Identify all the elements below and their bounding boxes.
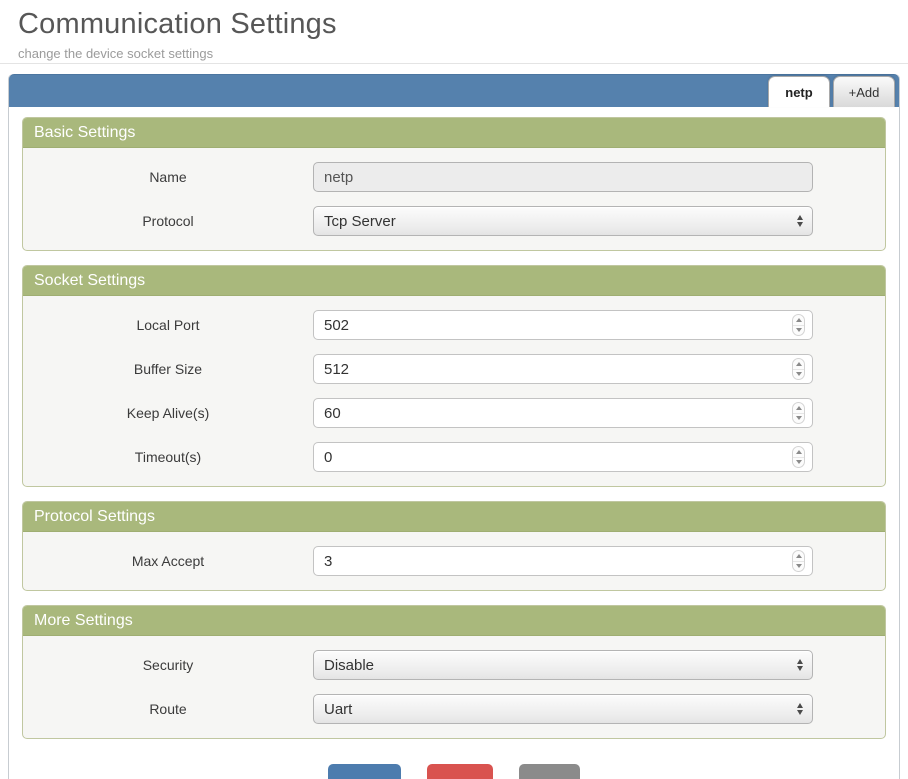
secondary-action-button[interactable] bbox=[519, 764, 580, 779]
security-select[interactable]: Disable bbox=[313, 650, 813, 680]
form-row-keep-alive: Keep Alive(s) bbox=[23, 391, 885, 435]
section-more-settings-title: More Settings bbox=[23, 606, 885, 636]
number-spinner[interactable] bbox=[792, 314, 805, 336]
form-row-max-accept: Max Accept bbox=[23, 539, 885, 583]
security-select-value: Disable bbox=[324, 657, 374, 674]
page-subtitle: change the device socket settings bbox=[18, 46, 890, 61]
select-arrows-icon bbox=[797, 215, 803, 227]
danger-action-button[interactable] bbox=[427, 764, 493, 779]
timeout-label: Timeout(s) bbox=[23, 449, 313, 465]
name-input[interactable] bbox=[313, 162, 813, 192]
form-row-security: Security Disable bbox=[23, 643, 885, 687]
form-row-local-port: Local Port bbox=[23, 303, 885, 347]
security-label: Security bbox=[23, 657, 313, 673]
timeout-input[interactable] bbox=[313, 442, 813, 472]
spinner-down-icon[interactable] bbox=[793, 562, 804, 572]
protocol-select[interactable]: Tcp Server bbox=[313, 206, 813, 236]
form-row-buffer-size: Buffer Size bbox=[23, 347, 885, 391]
protocol-label: Protocol bbox=[23, 213, 313, 229]
max-accept-input[interactable] bbox=[313, 546, 813, 576]
name-label: Name bbox=[23, 169, 313, 185]
route-select[interactable]: Uart bbox=[313, 694, 813, 724]
tab-bar: netp +Add bbox=[9, 74, 899, 107]
tab-add[interactable]: +Add bbox=[833, 76, 895, 107]
section-socket-settings-title: Socket Settings bbox=[23, 266, 885, 296]
form-row-route: Route Uart bbox=[23, 687, 885, 731]
tab-netp[interactable]: netp bbox=[768, 76, 830, 107]
section-basic-settings: Basic Settings Name Protocol Tcp Server bbox=[22, 117, 886, 251]
section-socket-settings: Socket Settings Local Port Buffer Size bbox=[22, 265, 886, 487]
keep-alive-label: Keep Alive(s) bbox=[23, 405, 313, 421]
tab-strip: netp +Add bbox=[768, 76, 895, 107]
section-protocol-settings: Protocol Settings Max Accept bbox=[22, 501, 886, 591]
spinner-up-icon[interactable] bbox=[793, 447, 804, 458]
protocol-select-value: Tcp Server bbox=[324, 213, 396, 230]
section-more-settings: More Settings Security Disable Route bbox=[22, 605, 886, 739]
spinner-up-icon[interactable] bbox=[793, 359, 804, 370]
local-port-input[interactable] bbox=[313, 310, 813, 340]
spinner-down-icon[interactable] bbox=[793, 370, 804, 380]
number-spinner[interactable] bbox=[792, 402, 805, 424]
section-basic-settings-title: Basic Settings bbox=[23, 118, 885, 148]
select-arrows-icon bbox=[797, 659, 803, 671]
buffer-size-label: Buffer Size bbox=[23, 361, 313, 377]
select-arrows-icon bbox=[797, 703, 803, 715]
form-row-protocol: Protocol Tcp Server bbox=[23, 199, 885, 243]
settings-panel: netp +Add Basic Settings Name Protocol bbox=[8, 74, 900, 779]
spinner-down-icon[interactable] bbox=[793, 326, 804, 336]
local-port-label: Local Port bbox=[23, 317, 313, 333]
route-select-value: Uart bbox=[324, 701, 352, 718]
spinner-up-icon[interactable] bbox=[793, 315, 804, 326]
keep-alive-input[interactable] bbox=[313, 398, 813, 428]
spinner-up-icon[interactable] bbox=[793, 403, 804, 414]
page-header: Communication Settings change the device… bbox=[0, 0, 908, 64]
number-spinner[interactable] bbox=[792, 446, 805, 468]
tab-netp-label: netp bbox=[785, 85, 812, 100]
number-spinner[interactable] bbox=[792, 550, 805, 572]
spinner-up-icon[interactable] bbox=[793, 551, 804, 562]
panel-body: Basic Settings Name Protocol Tcp Server bbox=[9, 107, 899, 779]
number-spinner[interactable] bbox=[792, 358, 805, 380]
footer-actions bbox=[22, 764, 886, 779]
tab-add-label: +Add bbox=[849, 85, 880, 100]
route-label: Route bbox=[23, 701, 313, 717]
primary-action-button[interactable] bbox=[328, 764, 401, 779]
buffer-size-input[interactable] bbox=[313, 354, 813, 384]
max-accept-label: Max Accept bbox=[23, 553, 313, 569]
spinner-down-icon[interactable] bbox=[793, 458, 804, 468]
page-title: Communication Settings bbox=[18, 8, 890, 41]
form-row-name: Name bbox=[23, 155, 885, 199]
form-row-timeout: Timeout(s) bbox=[23, 435, 885, 479]
section-protocol-settings-title: Protocol Settings bbox=[23, 502, 885, 532]
spinner-down-icon[interactable] bbox=[793, 414, 804, 424]
